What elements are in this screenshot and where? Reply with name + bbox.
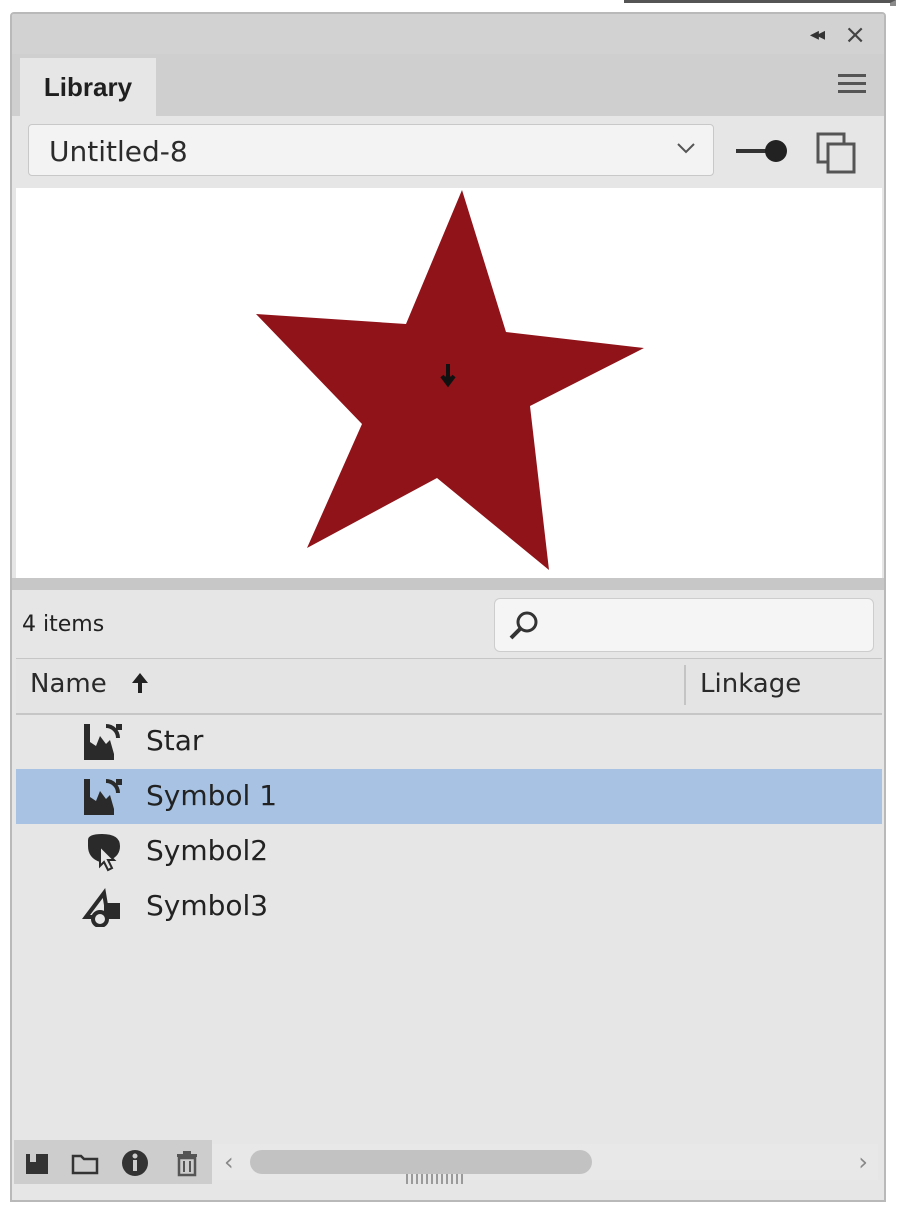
document-name: Untitled-8 xyxy=(49,135,188,168)
panel-menu-icon[interactable] xyxy=(838,74,866,94)
preview-divider[interactable] xyxy=(12,578,884,590)
button-symbol-icon xyxy=(88,834,120,872)
column-name[interactable]: Name xyxy=(30,669,107,699)
list-item-label: Symbol3 xyxy=(146,889,269,922)
search-input[interactable] xyxy=(551,607,855,645)
search-field[interactable] xyxy=(494,598,874,652)
tab-library[interactable]: Library xyxy=(20,58,156,116)
document-select[interactable]: Untitled-8 xyxy=(28,124,714,176)
trash-icon[interactable] xyxy=(172,1148,202,1178)
close-panel-icon[interactable]: × xyxy=(844,20,866,50)
list-item[interactable]: Star xyxy=(16,714,882,769)
resize-grip[interactable] xyxy=(406,1174,466,1184)
graphic-symbol-icon xyxy=(82,888,120,927)
item-count: 4 items xyxy=(22,612,105,637)
sort-ascending-icon[interactable] xyxy=(130,671,150,695)
list-item[interactable]: Symbol3 xyxy=(16,879,882,934)
chevron-down-icon xyxy=(677,143,695,154)
list-item-label: Symbol2 xyxy=(146,834,269,867)
list-item-label: Star xyxy=(146,724,204,757)
new-folder-icon[interactable] xyxy=(70,1148,100,1178)
panel-titlebar: ◂◂ × xyxy=(12,14,884,54)
horizontal-scrollbar[interactable]: ‹ › xyxy=(212,1144,878,1180)
panel-tabbar: Library xyxy=(12,54,884,116)
collapse-panel-icon[interactable]: ◂◂ xyxy=(810,24,825,45)
symbol-preview xyxy=(16,188,882,578)
search-icon xyxy=(509,611,538,640)
new-symbol-icon[interactable] xyxy=(22,1148,52,1178)
new-library-panel-icon[interactable] xyxy=(814,130,860,176)
library-panel: ◂◂ × Library Untitled-8 4 items Name Lin… xyxy=(10,12,886,1202)
star-preview-shape xyxy=(256,190,644,570)
scroll-right-icon[interactable]: › xyxy=(858,1148,868,1176)
list-item[interactable]: Symbol2 xyxy=(16,824,882,879)
column-separator[interactable] xyxy=(684,665,686,705)
pin-library-icon[interactable] xyxy=(734,136,790,166)
properties-info-icon[interactable] xyxy=(120,1148,150,1178)
list-item-label: Symbol 1 xyxy=(146,779,278,812)
list-item[interactable]: Symbol 1 xyxy=(16,769,882,824)
column-linkage[interactable]: Linkage xyxy=(700,669,801,699)
movie-clip-icon xyxy=(84,724,122,760)
scroll-left-icon[interactable]: ‹ xyxy=(224,1148,234,1176)
window-edge xyxy=(624,0,896,6)
library-toolbar: Untitled-8 xyxy=(12,116,884,188)
movie-clip-icon xyxy=(84,779,122,815)
list-header: Name Linkage xyxy=(16,658,882,715)
scrollbar-thumb[interactable] xyxy=(250,1150,592,1174)
library-item-list: Star Symbol 1 Symbol2 Symbol3 xyxy=(16,714,882,934)
library-actions xyxy=(14,1140,212,1184)
